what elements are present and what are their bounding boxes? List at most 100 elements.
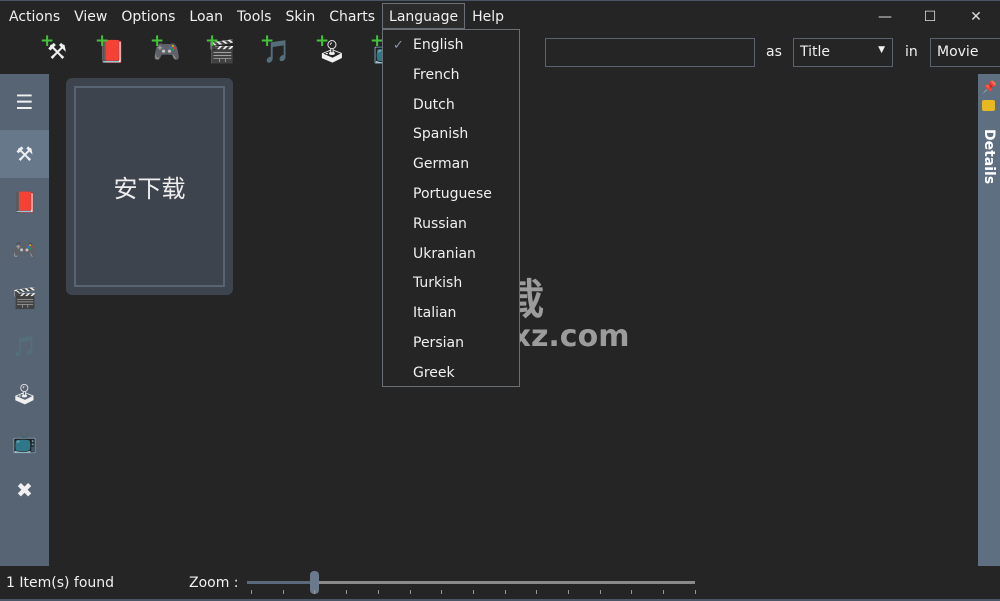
language-item-portuguese[interactable]: Portuguese bbox=[383, 180, 519, 210]
menu-view[interactable]: View bbox=[67, 3, 114, 29]
menu-language[interactable]: Language bbox=[382, 2, 466, 29]
language-label: German bbox=[413, 156, 470, 173]
menu-actions[interactable]: Actions bbox=[2, 3, 67, 29]
x-folder-icon: ✖ bbox=[16, 478, 33, 502]
language-label: English bbox=[413, 37, 464, 53]
language-label: Spanish bbox=[413, 126, 469, 143]
sidebar-item-game[interactable]: 🎮 bbox=[0, 226, 49, 274]
close-button[interactable]: ✕ bbox=[953, 5, 999, 29]
language-label: Ukranian bbox=[413, 245, 476, 262]
add-console-button[interactable]: + 🕹 bbox=[313, 33, 351, 71]
language-label: Italian bbox=[413, 305, 457, 322]
sidebar-item-tools[interactable]: ⚒ bbox=[0, 130, 49, 178]
language-label: Persian bbox=[413, 334, 464, 351]
menu-charts[interactable]: Charts bbox=[322, 3, 382, 29]
slider-tick bbox=[251, 590, 252, 594]
menu-help[interactable]: Help bbox=[465, 3, 511, 29]
add-book-button[interactable]: + 📕 bbox=[93, 33, 131, 71]
zoom-slider-fill bbox=[247, 581, 315, 584]
game-icon: 🎮 bbox=[12, 238, 37, 262]
search-category-select[interactable]: Movie bbox=[930, 38, 1000, 67]
tools-icon: ⚒ bbox=[15, 142, 34, 166]
language-item-dutch[interactable]: Dutch bbox=[383, 91, 519, 121]
slider-tick bbox=[568, 590, 569, 594]
slider-tick bbox=[631, 590, 633, 594]
search-category-value: Movie bbox=[937, 44, 979, 60]
language-item-german[interactable]: German bbox=[383, 150, 519, 180]
menu-skin[interactable]: Skin bbox=[278, 3, 322, 29]
slider-tick bbox=[441, 590, 443, 594]
slider-tick bbox=[599, 590, 601, 594]
language-item-turkish[interactable]: Turkish bbox=[383, 269, 519, 299]
language-label: Turkish bbox=[413, 275, 463, 292]
maximize-button[interactable]: ☐ bbox=[907, 5, 953, 29]
item-title: 安下载 bbox=[113, 175, 186, 203]
add-movie-button[interactable]: + 🎬 bbox=[203, 33, 241, 71]
plus-icon: + bbox=[40, 31, 55, 51]
item-card[interactable]: 安下载 bbox=[66, 78, 233, 295]
sidebar-item-movie[interactable]: 🎬 bbox=[0, 274, 49, 322]
language-item-spanish[interactable]: Spanish bbox=[383, 120, 519, 150]
as-label: as bbox=[766, 44, 782, 60]
language-item-french[interactable]: French bbox=[383, 61, 519, 91]
language-item-ukranian[interactable]: Ukranian bbox=[383, 240, 519, 270]
add-tools-button[interactable]: + ⚒ bbox=[38, 33, 76, 71]
menu-loan[interactable]: Loan bbox=[182, 3, 230, 29]
slider-tick bbox=[377, 590, 379, 594]
language-label: Portuguese bbox=[413, 185, 492, 202]
language-item-persian[interactable]: Persian bbox=[383, 329, 519, 359]
language-item-english[interactable]: ✓ English bbox=[383, 31, 519, 61]
search-field-select[interactable]: Title ▼ bbox=[793, 38, 893, 67]
book-icon: 📕 bbox=[12, 190, 37, 214]
sidebar-item-book[interactable]: 📕 bbox=[0, 178, 49, 226]
search-field-value: Title bbox=[800, 44, 831, 60]
music-icon: 🎵 bbox=[12, 334, 37, 358]
toolbar: +⚒+📕+🎮+🎬+🎵+🕹+📺 bbox=[38, 31, 406, 73]
in-label: in bbox=[905, 44, 918, 60]
language-item-italian[interactable]: Italian bbox=[383, 299, 519, 329]
slider-tick bbox=[536, 590, 538, 594]
sidebar-item-menu[interactable]: ☰ bbox=[0, 74, 49, 130]
slider-tick bbox=[504, 590, 506, 594]
language-item-russian[interactable]: Russian bbox=[383, 210, 519, 240]
slider-tick bbox=[282, 590, 284, 594]
plus-icon: + bbox=[150, 31, 165, 51]
check-icon: ✓ bbox=[393, 38, 404, 53]
plus-icon: + bbox=[260, 31, 275, 51]
language-dropdown: ✓ English French Dutch Spanish German Portugue… bbox=[382, 29, 520, 387]
movie-icon: 🎬 bbox=[12, 286, 37, 310]
sidebar-item-console[interactable]: 🕹 bbox=[0, 370, 49, 418]
menu-bar: Actions View Options Loan Tools Skin Charts Lan… bbox=[0, 1, 511, 30]
add-game-button[interactable]: + 🎮 bbox=[148, 33, 186, 71]
item-cover: 安下载 bbox=[74, 86, 225, 287]
add-music-button[interactable]: + 🎵 bbox=[258, 33, 296, 71]
sidebar-item-x-folder[interactable]: ✖ bbox=[0, 466, 49, 514]
language-label: French bbox=[413, 66, 460, 83]
menu-tools[interactable]: Tools bbox=[230, 3, 279, 29]
menu-options[interactable]: Options bbox=[114, 3, 182, 29]
pin-icon[interactable]: 📌 bbox=[982, 80, 997, 94]
chevron-down-icon: ▼ bbox=[878, 45, 885, 55]
sidebar-item-tv[interactable]: 📺 bbox=[0, 418, 49, 466]
plus-icon: + bbox=[95, 31, 110, 51]
plus-icon: + bbox=[315, 31, 330, 51]
sidebar: ☰ ⚒ 📕 🎮 🎬 🎵 🕹 📺 ✖ bbox=[0, 74, 49, 566]
tv-icon: 📺 bbox=[12, 430, 37, 454]
language-item-greek[interactable]: Greek bbox=[383, 359, 519, 389]
lock-icon[interactable] bbox=[982, 100, 995, 111]
console-icon: 🕹 bbox=[11, 382, 38, 406]
slider-tick bbox=[314, 590, 316, 594]
zoom-label: Zoom : bbox=[189, 575, 239, 591]
minimize-button[interactable]: — bbox=[862, 5, 908, 29]
search-input[interactable] bbox=[545, 38, 755, 67]
details-label[interactable]: Details bbox=[981, 129, 997, 184]
language-label: Dutch bbox=[413, 96, 455, 113]
slider-tick bbox=[346, 590, 348, 594]
language-label: Greek bbox=[413, 364, 455, 381]
language-label: Russian bbox=[413, 215, 467, 232]
items-found-text: 1 Item(s) found bbox=[6, 575, 115, 591]
slider-tick bbox=[409, 590, 411, 594]
menu-icon: ☰ bbox=[15, 90, 34, 114]
slider-tick bbox=[663, 590, 665, 594]
sidebar-item-music[interactable]: 🎵 bbox=[0, 322, 49, 370]
